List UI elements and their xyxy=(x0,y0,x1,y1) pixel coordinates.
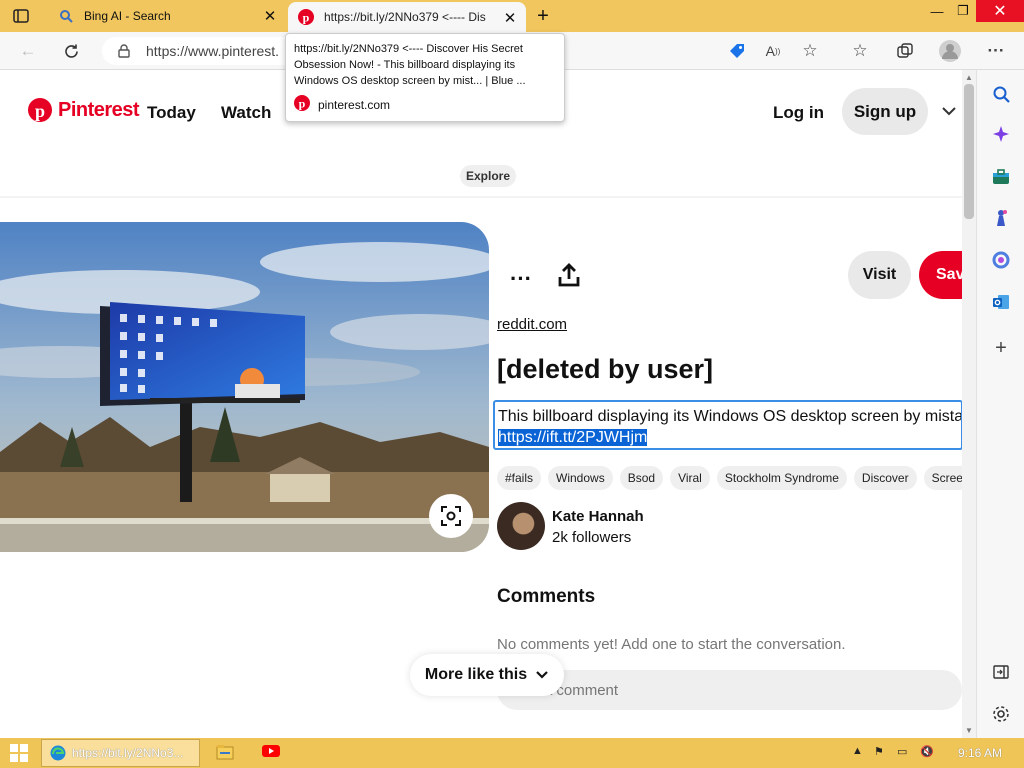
chevron-down-icon[interactable] xyxy=(940,102,958,120)
header-divider xyxy=(0,196,962,198)
pinterest-logo-icon: p xyxy=(28,98,52,122)
description-text: This billboard displaying its Windows OS… xyxy=(498,408,962,425)
follower-count: 2k followers xyxy=(552,529,632,546)
tab-strip: Bing AI - Search ✕ p https://bit.ly/2NNo… xyxy=(0,0,1024,32)
description-link[interactable]: https://ift.tt/2PJWHjm xyxy=(498,429,648,446)
tag-chip[interactable]: Discover xyxy=(853,466,917,490)
file-explorer-icon[interactable] xyxy=(216,744,236,762)
tab-pinterest[interactable]: p https://bit.ly/2NNo379 <---- Dis ✕ xyxy=(288,2,526,32)
outlook-icon[interactable] xyxy=(991,292,1011,312)
pin-description: This billboard displaying its Windows OS… xyxy=(493,400,962,450)
more-options-icon[interactable]: ··· xyxy=(508,266,534,292)
no-comments-text: No comments yet! Add one to start the co… xyxy=(497,636,846,653)
scrollbar-thumb[interactable] xyxy=(964,84,974,219)
tag-chip[interactable]: Windows xyxy=(548,466,613,490)
scroll-up-icon[interactable]: ▲ xyxy=(965,73,973,82)
back-arrow-icon[interactable]: ← xyxy=(16,39,40,63)
pinterest-icon: p xyxy=(294,95,310,115)
tag-list: #fails Windows Bsod Viral Stockholm Synd… xyxy=(497,466,962,490)
chevron-down-icon xyxy=(536,671,548,679)
profile-avatar-icon[interactable] xyxy=(938,39,962,63)
windows-start-icon[interactable] xyxy=(10,744,28,762)
login-button[interactable]: Log in xyxy=(773,103,824,123)
action-center-flag-icon[interactable]: ⚑ xyxy=(874,745,884,758)
pinterest-page: p Pinterest Today Watch Log in Sign up E… xyxy=(0,70,962,738)
svg-text:p: p xyxy=(303,11,310,25)
author-name[interactable]: Kate Hannah xyxy=(552,508,644,525)
pinterest-icon: p xyxy=(298,9,314,25)
add-sidebar-app-icon[interactable]: + xyxy=(991,337,1011,359)
taskbar-clock[interactable]: 9:16 AM xyxy=(958,746,1002,760)
url-text: https://www.pinterest. xyxy=(146,43,280,59)
collections-icon[interactable] xyxy=(893,39,917,63)
tab-title: Bing AI - Search xyxy=(84,9,171,23)
restore-icon[interactable]: ❐ xyxy=(948,0,978,22)
address-bar[interactable]: https://www.pinterest. xyxy=(102,37,302,65)
nav-watch[interactable]: Watch xyxy=(221,103,271,123)
more-menu-icon[interactable]: ··· xyxy=(984,39,1008,63)
shopping-bag-icon[interactable] xyxy=(991,167,1011,187)
youtube-icon[interactable] xyxy=(262,744,282,762)
settings-gear-icon[interactable] xyxy=(991,704,1011,724)
tooltip-site-label: pinterest.com xyxy=(318,98,391,112)
pin-title: [deleted by user] xyxy=(497,354,714,384)
save-button[interactable]: Save xyxy=(919,251,962,299)
comment-input[interactable]: Add a comment xyxy=(497,670,962,710)
microsoft-365-icon[interactable] xyxy=(991,250,1011,270)
page-scrollbar[interactable]: ▲ ▼ xyxy=(962,70,976,738)
svg-text:p: p xyxy=(299,97,306,111)
more-like-this-button[interactable]: More like this xyxy=(410,654,564,696)
taskbar-edge-label: https://bit.ly/2NNo3... xyxy=(72,746,184,760)
new-tab-button[interactable]: + xyxy=(532,5,554,27)
lock-icon xyxy=(118,44,132,58)
taskbar-edge-window[interactable]: https://bit.ly/2NNo3... xyxy=(41,739,200,767)
tab-bing-search[interactable]: Bing AI - Search ✕ xyxy=(46,0,286,32)
tooltip-site: p pinterest.com xyxy=(294,95,556,115)
copilot-sparkle-icon[interactable] xyxy=(991,124,1011,144)
pinterest-logo[interactable]: p Pinterest xyxy=(28,98,140,122)
tab-actions-icon[interactable] xyxy=(10,6,32,26)
svg-text:p: p xyxy=(35,101,45,121)
close-tab-icon[interactable]: ✕ xyxy=(262,8,278,25)
tag-chip[interactable]: Screen xyxy=(923,466,962,490)
hide-sidebar-icon[interactable] xyxy=(991,662,1011,682)
edge-icon xyxy=(50,745,66,761)
games-chess-icon[interactable] xyxy=(991,208,1011,228)
tag-chip[interactable]: #fails xyxy=(497,466,542,490)
volume-muted-icon[interactable]: 🔇 xyxy=(920,745,934,758)
edge-sidebar: + xyxy=(976,70,1024,738)
share-icon[interactable] xyxy=(556,262,582,288)
tab-hover-tooltip: https://bit.ly/2NNo379 <---- Discover Hi… xyxy=(285,33,565,122)
nav-today[interactable]: Today xyxy=(147,103,196,123)
scroll-down-icon[interactable]: ▼ xyxy=(965,726,973,735)
close-tab-icon[interactable]: ✕ xyxy=(502,10,518,27)
show-hidden-icons[interactable]: ▲ xyxy=(852,745,863,757)
network-icon[interactable]: ▭ xyxy=(897,745,907,758)
refresh-icon[interactable] xyxy=(59,39,83,63)
tooltip-text: https://bit.ly/2NNo379 <---- Discover Hi… xyxy=(294,43,526,87)
logo-text: Pinterest xyxy=(58,98,140,121)
comments-heading: Comments xyxy=(497,586,596,607)
pin-image[interactable] xyxy=(0,222,489,552)
windows-taskbar: https://bit.ly/2NNo3... ▲ ⚑ ▭ 🔇 9:16 AM xyxy=(0,738,1024,768)
tag-chip[interactable]: Viral xyxy=(670,466,710,490)
visit-button[interactable]: Visit xyxy=(848,251,911,299)
search-icon[interactable] xyxy=(991,84,1011,104)
tag-chip[interactable]: Bsod xyxy=(619,466,664,490)
more-like-this-label: More like this xyxy=(424,666,528,683)
search-icon xyxy=(58,8,74,24)
read-aloud-icon[interactable]: A)) xyxy=(761,39,785,63)
coupon-tag-icon[interactable] xyxy=(725,39,749,63)
add-favorite-icon[interactable]: ☆ xyxy=(798,39,822,63)
visual-search-icon[interactable] xyxy=(429,494,473,538)
explore-badge[interactable]: Explore xyxy=(460,165,516,187)
tab-title: https://bit.ly/2NNo379 <---- Dis xyxy=(324,10,486,24)
favorites-icon[interactable]: ☆ xyxy=(848,39,872,63)
source-link[interactable]: reddit.com xyxy=(497,316,567,333)
signup-button[interactable]: Sign up xyxy=(842,88,928,135)
close-window-icon[interactable]: ✕ xyxy=(976,0,1024,22)
tag-chip[interactable]: Stockholm Syndrome xyxy=(716,466,847,490)
author-avatar[interactable] xyxy=(497,502,545,550)
